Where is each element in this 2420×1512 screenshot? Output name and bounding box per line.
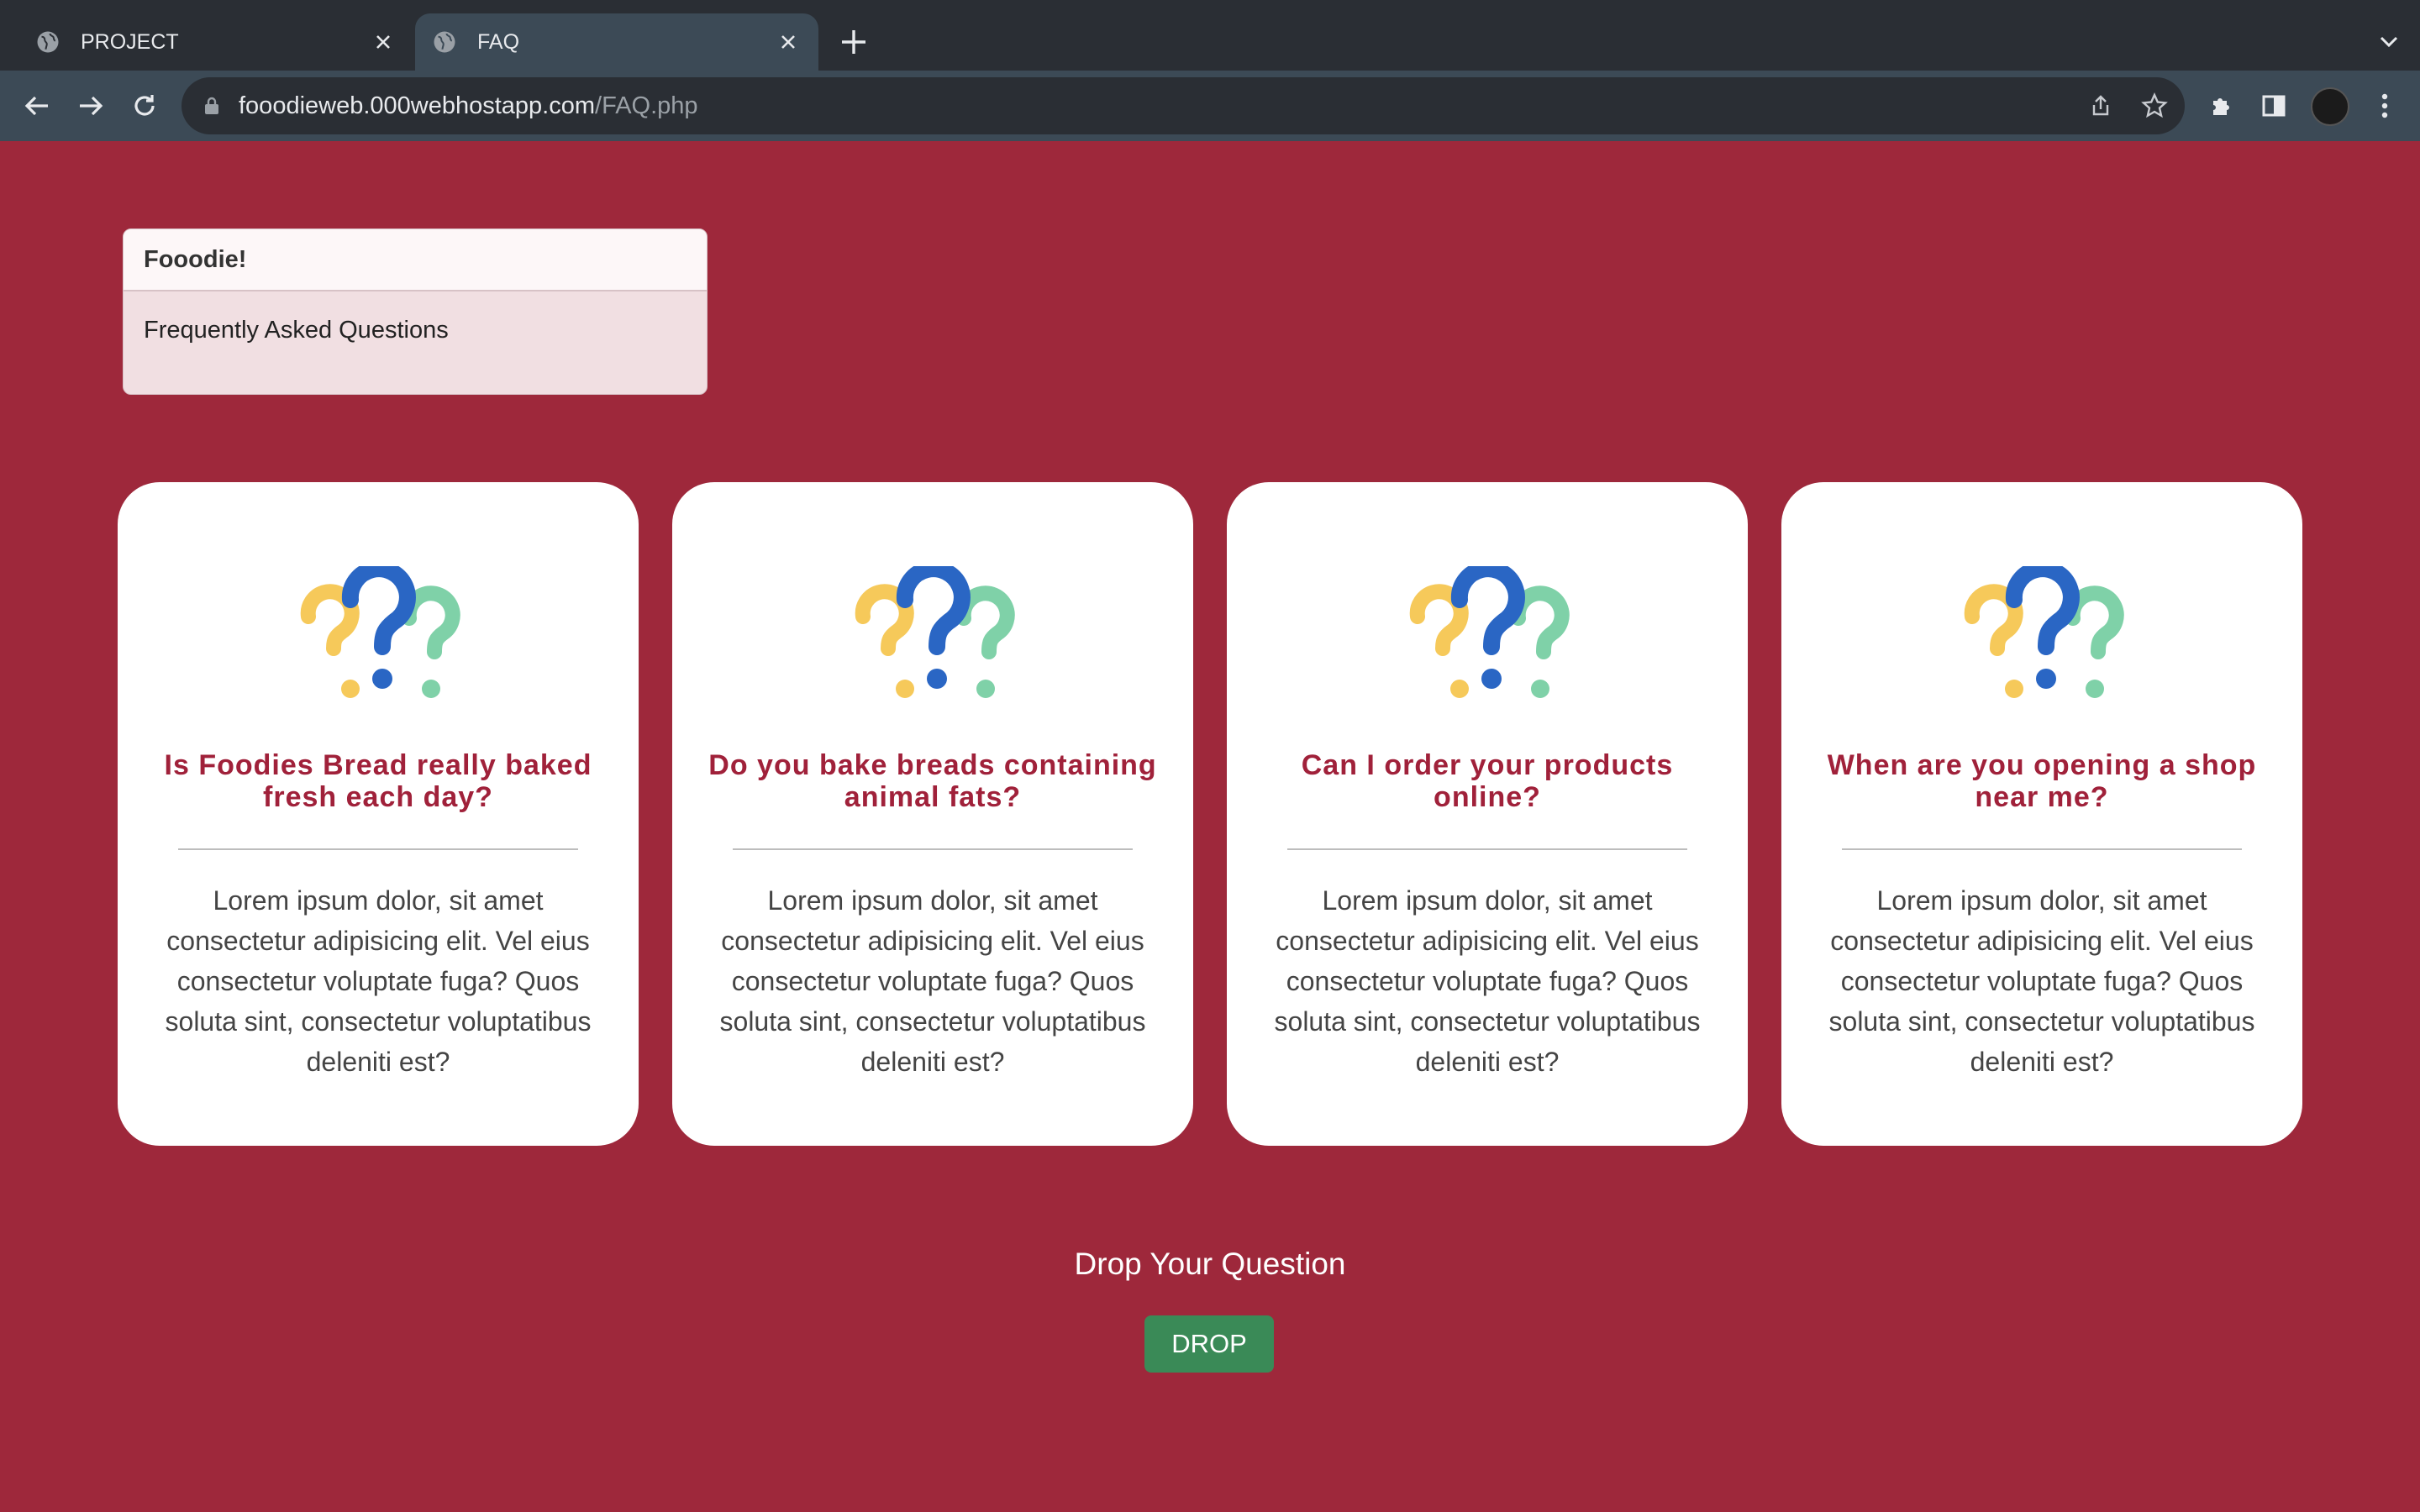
faq-answer: Lorem ipsum dolor, sit amet consectetur …	[1274, 885, 1701, 1077]
faq-answer: Lorem ipsum dolor, sit amet consectetur …	[719, 885, 1146, 1077]
extensions-icon[interactable]	[2203, 87, 2240, 124]
back-arrow-icon[interactable]	[18, 87, 55, 124]
faq-answer: Lorem ipsum dolor, sit amet consectetur …	[1828, 885, 2255, 1077]
faq-card: Is Foodies Bread really baked fresh each…	[118, 482, 639, 1146]
reload-icon[interactable]	[126, 87, 163, 124]
url-path: /FAQ.php	[595, 92, 698, 119]
faq-question: Is Foodies Bread really baked fresh each…	[164, 749, 592, 813]
brand-card: Fooodie! Frequently Asked Questions	[123, 228, 708, 395]
faq-question: Can I order your products online?	[1301, 749, 1674, 813]
lock-icon[interactable]	[202, 96, 222, 116]
faq-question: When are you opening a shop near me?	[1827, 749, 2257, 813]
drop-button[interactable]: DROP	[1144, 1315, 1274, 1373]
globe-icon	[434, 31, 455, 53]
brand-name: Fooodie!	[124, 229, 707, 291]
question-marks-icon	[1964, 566, 2124, 698]
forward-arrow-icon[interactable]	[72, 87, 109, 124]
faq-card: Do you bake breads containing animal fat…	[672, 482, 1193, 1146]
tab-faq[interactable]: FAQ	[415, 13, 818, 71]
star-icon[interactable]	[2138, 89, 2171, 123]
menu-dots-icon[interactable]	[2366, 87, 2403, 124]
drop-heading: Drop Your Question	[1074, 1247, 1346, 1281]
url-host: fooodieweb.000webhostapp.com	[239, 92, 596, 119]
close-icon[interactable]	[771, 25, 805, 59]
faq-question: Do you bake breads containing animal fat…	[708, 749, 1157, 813]
divider	[1842, 848, 2242, 850]
divider	[1287, 848, 1687, 850]
avatar[interactable]	[2311, 87, 2349, 126]
tab-project[interactable]: PROJECT	[18, 13, 413, 71]
chevron-down-icon[interactable]	[2376, 29, 2402, 54]
brand-subtitle: Frequently Asked Questions	[144, 317, 449, 344]
divider	[178, 848, 578, 850]
tab-label: PROJECT	[81, 29, 179, 54]
sidebar-icon[interactable]	[2255, 87, 2292, 124]
tab-label: FAQ	[477, 29, 520, 54]
question-marks-icon	[1409, 566, 1570, 698]
divider	[733, 848, 1133, 850]
address-bar[interactable]: fooodieweb.000webhostapp.com/FAQ.php	[182, 77, 2185, 134]
question-marks-icon	[855, 566, 1015, 698]
question-marks-icon	[300, 566, 460, 698]
plus-icon[interactable]	[837, 25, 871, 59]
faq-answer: Lorem ipsum dolor, sit amet consectetur …	[165, 885, 592, 1077]
globe-icon	[37, 31, 59, 53]
share-icon[interactable]	[2084, 89, 2118, 123]
close-icon[interactable]	[366, 25, 400, 59]
faq-card: Can I order your products online? Lorem …	[1227, 482, 1748, 1146]
faq-card: When are you opening a shop near me? Lor…	[1781, 482, 2302, 1146]
